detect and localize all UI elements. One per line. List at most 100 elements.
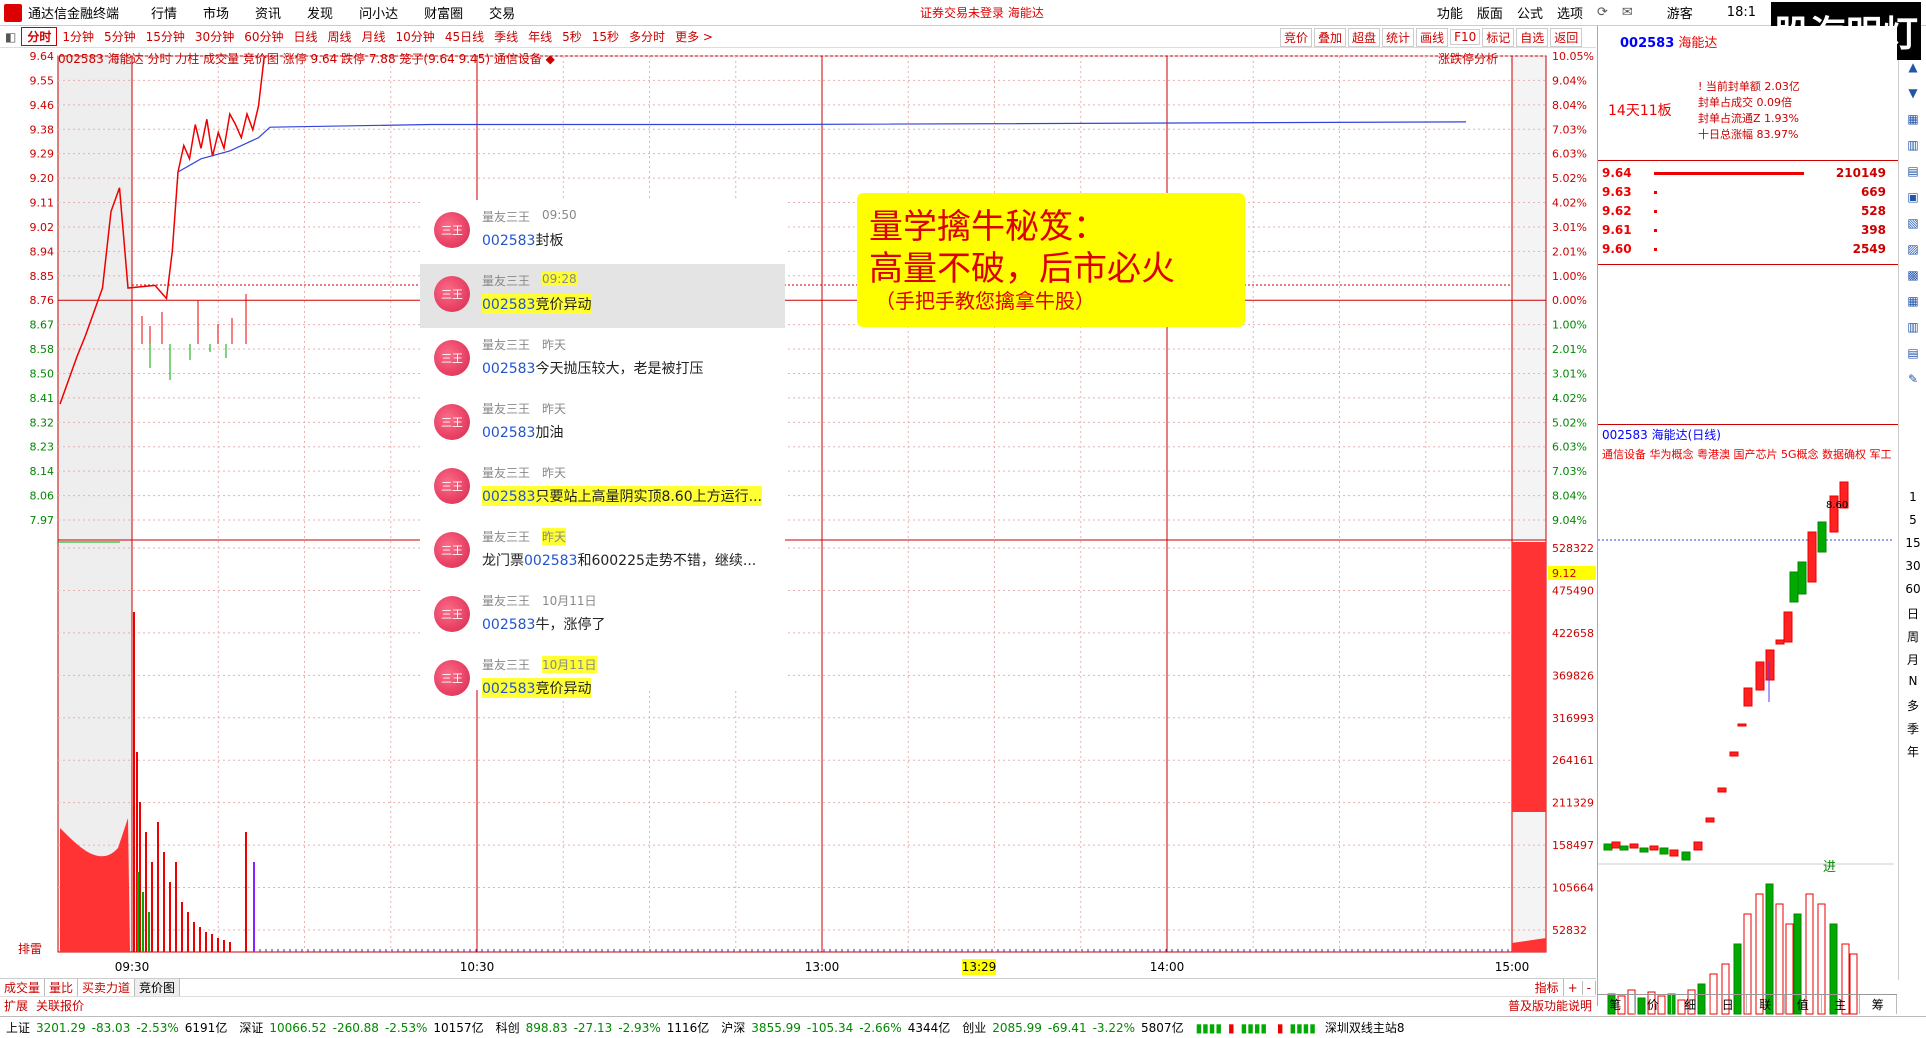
side-period-button[interactable]: 5	[1903, 513, 1923, 527]
stock-code-link[interactable]: 002583	[482, 233, 535, 249]
period-tab[interactable]: 多分时	[624, 28, 670, 45]
mini-chart-news[interactable]: 通信设备 华为概念 粤港澳 国产芯片 5G概念 数据确权 军工 卫星导航	[1602, 446, 1892, 462]
tool-icon[interactable]: ✎	[1903, 372, 1923, 386]
side-period-button[interactable]: 1	[1903, 490, 1923, 504]
menu-item[interactable]: 发现	[294, 3, 346, 22]
side-period-button[interactable]: 日	[1903, 605, 1923, 622]
btn-minus[interactable]: -	[1583, 980, 1596, 995]
edit-icon[interactable]: ◧	[0, 30, 21, 44]
side-period-button[interactable]: 季	[1903, 720, 1923, 737]
tool-icon[interactable]: ▣	[1903, 190, 1923, 204]
side-period-button[interactable]: 60	[1903, 582, 1923, 596]
tool-icon[interactable]: ▦	[1903, 294, 1923, 308]
period-tab[interactable]: 更多 >	[670, 28, 718, 45]
menu-item[interactable]: 行情	[138, 3, 190, 22]
btn-plus[interactable]: +	[1564, 980, 1583, 995]
period-tab[interactable]: 5分钟	[99, 28, 141, 45]
menu-function[interactable]: 功能	[1437, 3, 1463, 22]
menu-formula[interactable]: 公式	[1517, 3, 1543, 22]
orderbook-row[interactable]: 9.63 669	[1598, 183, 1898, 201]
menu-item[interactable]: 交易	[476, 3, 528, 22]
index-quote[interactable]: 科创 898.83 -27.13 -2.93% 1116亿	[490, 1019, 716, 1036]
message-icon[interactable]: ✉	[1622, 5, 1633, 20]
tab-detail[interactable]: 细	[1672, 995, 1710, 1014]
tool-icon[interactable]: ▥	[1903, 138, 1923, 152]
stock-code-link[interactable]: 002583	[482, 489, 535, 505]
tab-daily[interactable]: 日	[1710, 995, 1747, 1014]
period-tab[interactable]: 分时	[21, 27, 58, 46]
stock-code-link[interactable]: 002583	[482, 681, 535, 697]
orderbook-row[interactable]: 9.61 398	[1598, 221, 1898, 239]
period-tab[interactable]: 30分钟	[190, 28, 239, 45]
side-period-button[interactable]: 月	[1903, 651, 1923, 668]
side-period-button[interactable]: 多	[1903, 697, 1923, 714]
period-tab[interactable]: 年线	[523, 28, 557, 45]
period-tab[interactable]: 周线	[323, 28, 357, 45]
refresh-icon[interactable]: ⟳	[1597, 5, 1608, 20]
message-item[interactable]: 三王 量友三王 昨天 002583加油	[420, 392, 785, 456]
index-quote[interactable]: 深证 10066.52 -260.88 -2.53% 10157亿	[233, 1019, 489, 1036]
btn-extend[interactable]: 扩展	[0, 997, 32, 1014]
tab-volume-ratio[interactable]: 量比	[45, 979, 79, 996]
tool-icon[interactable]: ▦	[1903, 112, 1923, 126]
tab-value[interactable]: 值	[1785, 995, 1822, 1014]
btn-related-quotes[interactable]: 关联报价	[32, 997, 88, 1014]
tool-icon[interactable]: ▨	[1903, 242, 1923, 256]
tab-buy-sell-force[interactable]: 买卖力道	[78, 979, 136, 996]
index-quote[interactable]: 创业 2085.99 -69.41 -3.22% 5807亿	[956, 1019, 1189, 1036]
side-period-button[interactable]: N	[1903, 674, 1923, 688]
tool-icon[interactable]: ▧	[1903, 216, 1923, 230]
btn-auction[interactable]: 竞价	[1280, 27, 1313, 47]
mini-chart-title[interactable]: 002583 海能达(日线)	[1602, 426, 1721, 443]
stock-code-link[interactable]: 龙门票002583	[482, 553, 577, 569]
daily-kline-chart[interactable]	[1598, 462, 1894, 1022]
tool-icon[interactable]: ▲	[1903, 60, 1923, 74]
stock-code-link[interactable]: 002583	[482, 617, 535, 633]
message-item[interactable]: 三王 量友三王 10月11日 002583牛，涨停了	[420, 584, 785, 648]
intraday-chart[interactable]: 9.64 9.55 9.46 9.38 9.29 9.20 9.11 9.02 8.94 8.85…	[0, 48, 1596, 980]
period-tab[interactable]: 15秒	[587, 28, 624, 45]
btn-overlay[interactable]: 叠加	[1314, 27, 1347, 47]
tab-auction-chart[interactable]: 竞价图	[135, 979, 181, 996]
tool-icon[interactable]: ▥	[1903, 320, 1923, 334]
message-item[interactable]: 三王 量友三王 09:28 002583竞价异动	[420, 264, 785, 328]
message-item[interactable]: 三王 量友三王 昨天 002583今天抛压较大，老是被打压	[420, 328, 785, 392]
menu-item[interactable]: 市场	[190, 3, 242, 22]
period-tab[interactable]: 60分钟	[239, 28, 288, 45]
tab-price[interactable]: 价	[1635, 995, 1672, 1014]
message-item[interactable]: 三王 量友三王 09:50 002583封板	[420, 200, 785, 264]
stock-code-link[interactable]: 002583	[482, 297, 535, 313]
message-item[interactable]: 三王 量友三王 昨天 龙门票002583和600225走势不错，继续...	[420, 520, 785, 584]
period-tab[interactable]: 45日线	[440, 28, 489, 45]
period-tab[interactable]: 日线	[288, 28, 322, 45]
limit-analysis-link[interactable]: 涨跌停分析	[1438, 50, 1498, 67]
tool-icon[interactable]: ▼	[1903, 86, 1923, 100]
btn-f10[interactable]: F10	[1450, 29, 1481, 45]
orderbook-row[interactable]: 9.64 210149	[1598, 164, 1898, 182]
message-item[interactable]: 三王 量友三王 10月11日 002583竞价异动	[420, 648, 785, 712]
stock-code-link[interactable]: 002583	[482, 425, 535, 441]
btn-back[interactable]: 返回	[1550, 27, 1583, 47]
side-period-button[interactable]: 15	[1903, 536, 1923, 550]
server-status[interactable]: 深圳双线主站8	[1322, 1019, 1408, 1036]
tab-linked[interactable]: 联	[1747, 995, 1785, 1014]
period-tab[interactable]: 5秒	[557, 28, 587, 45]
menu-layout[interactable]: 版面	[1477, 3, 1503, 22]
btn-draw[interactable]: 画线	[1416, 27, 1449, 47]
message-item[interactable]: 三王 量友三王 昨天 002583只要站上高量阴实顶8.60上方运行...	[420, 456, 785, 520]
side-period-button[interactable]: 年	[1903, 743, 1923, 760]
menu-options[interactable]: 选项	[1557, 3, 1583, 22]
index-quote[interactable]: 沪深 3855.99 -105.34 -2.66% 4344亿	[715, 1019, 956, 1036]
btn-stats[interactable]: 统计	[1382, 27, 1415, 47]
tab-ticks[interactable]: 笔	[1597, 995, 1635, 1014]
stock-code-link[interactable]: 002583	[482, 361, 535, 377]
tool-icon[interactable]: ▤	[1903, 164, 1923, 178]
period-tab[interactable]: 月线	[357, 28, 391, 45]
btn-mark[interactable]: 标记	[1482, 27, 1515, 47]
btn-watchlist[interactable]: 自选	[1516, 27, 1549, 47]
menu-item[interactable]: 问小达	[346, 3, 411, 22]
period-tab[interactable]: 15分钟	[141, 28, 190, 45]
side-period-button[interactable]: 30	[1903, 559, 1923, 573]
period-tab[interactable]: 季线	[489, 28, 523, 45]
tab-chips[interactable]: 筹	[1860, 995, 1897, 1014]
